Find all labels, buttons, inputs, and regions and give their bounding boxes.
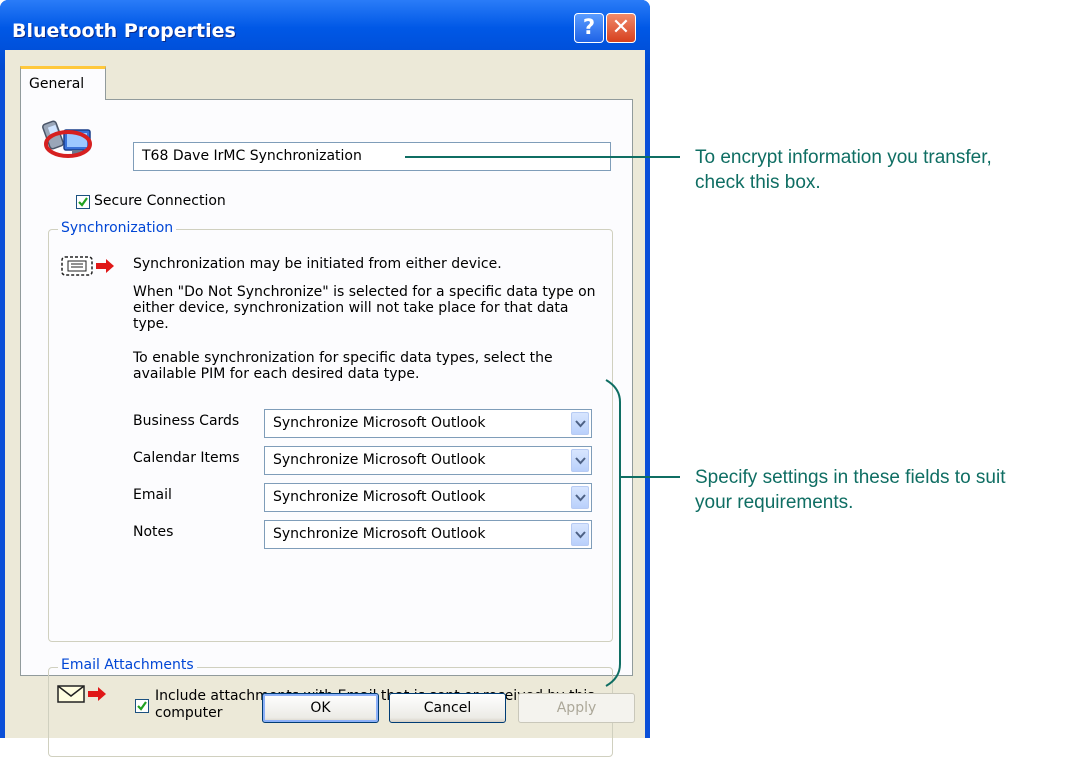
sync-device-arrow-icon [60, 254, 122, 282]
chevron-down-icon [575, 457, 586, 465]
apply-button[interactable]: Apply [518, 693, 635, 723]
synchronization-group-title: Synchronization [58, 220, 177, 236]
sync-info-text-2: When "Do Not Synchronize" is selected fo… [133, 284, 596, 332]
tab-general[interactable]: General [20, 66, 106, 100]
callout-settings-line2: your requirements. [695, 492, 854, 513]
close-icon: ✕ [611, 15, 631, 40]
dropdown-value: Synchronize Microsoft Outlook [273, 489, 486, 505]
chevron-down-icon [575, 494, 586, 502]
bluetooth-device-icon [40, 112, 96, 164]
callout-settings-line1: Specify settings in these fields to suit [695, 467, 1006, 488]
email-dropdown[interactable]: Synchronize Microsoft Outlook [264, 483, 592, 512]
window-title: Bluetooth Properties [12, 20, 236, 42]
email-attachments-group-title: Email Attachments [58, 657, 197, 673]
sync-info-text-1: Synchronization may be initiated from ei… [133, 256, 502, 272]
calendar-items-label: Calendar Items [133, 450, 240, 466]
chevron-down-icon [575, 531, 586, 539]
sync-info-text-3: To enable synchronization for specific d… [133, 350, 553, 382]
callout-bracket [605, 379, 680, 687]
close-button[interactable]: ✕ [606, 13, 636, 43]
secure-connection-label: Secure Connection [94, 193, 226, 209]
dropdown-value: Synchronize Microsoft Outlook [273, 452, 486, 468]
envelope-arrow-icon [56, 683, 112, 709]
cancel-button[interactable]: Cancel [389, 693, 506, 723]
chevron-down-icon [575, 420, 586, 428]
dropdown-value: Synchronize Microsoft Outlook [273, 415, 486, 431]
dropdown-arrow-button[interactable] [571, 412, 589, 435]
dropdown-value: Synchronize Microsoft Outlook [273, 526, 486, 542]
question-icon: ? [582, 15, 596, 39]
callout-encrypt-line1: To encrypt information you transfer, [695, 147, 992, 168]
email-label: Email [133, 487, 172, 503]
callout-encrypt-line2: check this box. [695, 172, 821, 193]
include-attachments-checkbox[interactable] [135, 699, 149, 713]
checkmark-icon [137, 701, 147, 711]
help-button[interactable]: ? [574, 13, 604, 43]
dropdown-arrow-button[interactable] [571, 486, 589, 509]
ok-button[interactable]: OK [262, 693, 379, 723]
callout-settings-text: Specify settings in these fields to suit… [695, 465, 1006, 515]
dropdown-arrow-button[interactable] [571, 523, 589, 546]
callout-line-top [405, 156, 680, 158]
calendar-items-dropdown[interactable]: Synchronize Microsoft Outlook [264, 446, 592, 475]
callout-encrypt-text: To encrypt information you transfer, che… [695, 145, 992, 195]
business-cards-label: Business Cards [133, 413, 240, 429]
dropdown-arrow-button[interactable] [571, 449, 589, 472]
notes-label: Notes [133, 524, 174, 540]
business-cards-dropdown[interactable]: Synchronize Microsoft Outlook [264, 409, 592, 438]
notes-dropdown[interactable]: Synchronize Microsoft Outlook [264, 520, 592, 549]
checkmark-icon [78, 197, 88, 207]
secure-connection-checkbox[interactable] [76, 195, 90, 209]
